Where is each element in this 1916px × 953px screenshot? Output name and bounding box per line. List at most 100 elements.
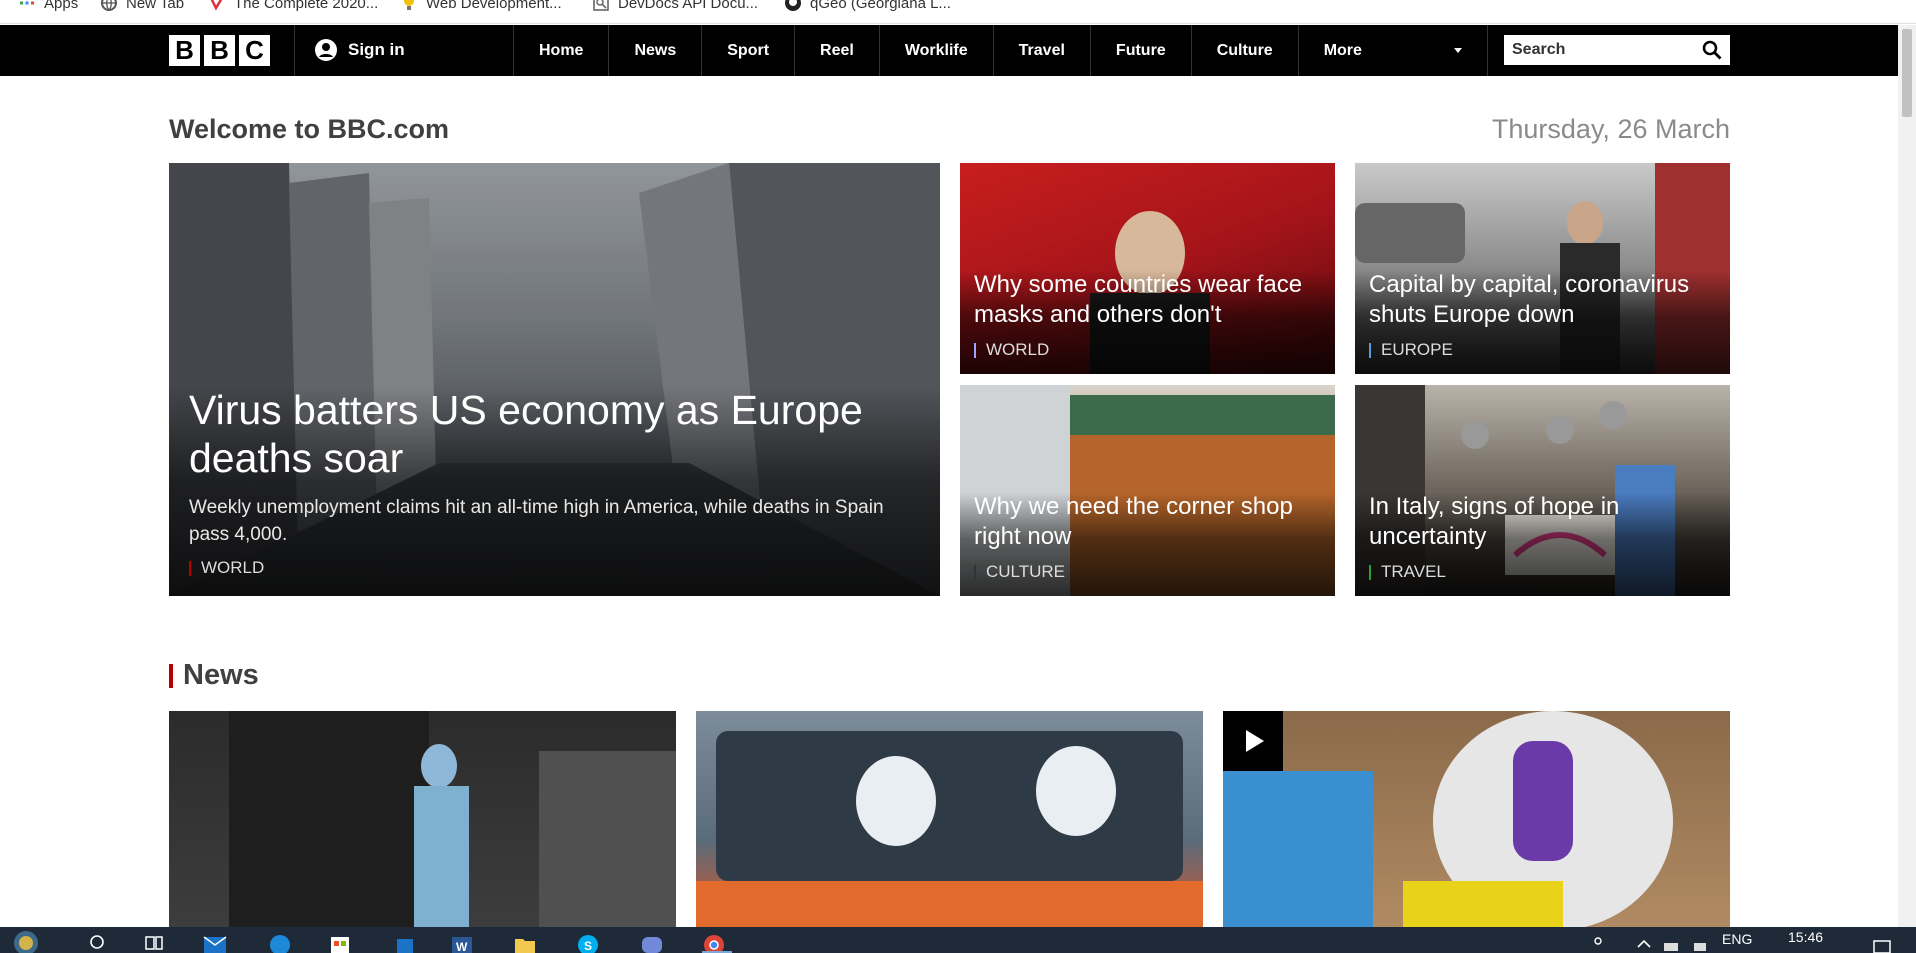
network-icon[interactable]: [1660, 929, 1684, 953]
svg-text:W: W: [456, 940, 468, 953]
story-title[interactable]: Capital by capital, coronavirus shuts Eu…: [1369, 270, 1716, 330]
mail-icon[interactable]: [203, 929, 227, 953]
story-card-italy-hope[interactable]: In Italy, signs of hope in uncertainty T…: [1355, 385, 1730, 596]
sign-in-label: Sign in: [348, 40, 405, 59]
hero-tag[interactable]: WORLD: [189, 558, 920, 578]
tag-marker: [974, 564, 976, 580]
people-icon[interactable]: [1586, 929, 1610, 953]
story-card-corner-shop[interactable]: Why we need the corner shop right now CU…: [960, 385, 1335, 596]
news-heading-label: News: [183, 659, 259, 691]
folder-icon[interactable]: [513, 929, 537, 953]
nav-divider: [294, 25, 295, 76]
story-tag[interactable]: TRAVEL: [1369, 562, 1716, 582]
nav-item-news[interactable]: News: [608, 25, 701, 76]
nav-item-travel[interactable]: Travel: [992, 25, 1090, 76]
story-card-europe-shutdown[interactable]: Capital by capital, coronavirus shuts Eu…: [1355, 163, 1730, 374]
section-marker: [169, 663, 173, 688]
tag-marker: [1369, 342, 1371, 358]
globe-icon: [101, 0, 117, 11]
apps-grid-icon: [20, 1, 34, 5]
news-section-heading[interactable]: News: [169, 659, 259, 692]
volume-icon[interactable]: [1690, 929, 1714, 953]
hero-story-card[interactable]: Virus batters US economy as Europe death…: [169, 163, 940, 596]
bookmark-web-development[interactable]: Web Development...: [400, 0, 562, 12]
story-title[interactable]: In Italy, signs of hope in uncertainty: [1369, 492, 1716, 552]
github-icon: [785, 0, 801, 11]
word-icon[interactable]: W: [450, 929, 474, 953]
edge-icon[interactable]: [268, 929, 292, 953]
discord-icon[interactable]: [640, 929, 664, 953]
nav-more-dropdown[interactable]: More: [1297, 25, 1488, 76]
chevron-down-icon: [1453, 48, 1462, 53]
news-image: [1223, 711, 1673, 927]
bookmark-label: Web Development...: [426, 0, 562, 12]
hero-title[interactable]: Virus batters US economy as Europe death…: [189, 386, 920, 482]
sign-in-link[interactable]: Sign in: [314, 38, 405, 62]
user-icon: [315, 39, 337, 61]
scrollbar-thumb[interactable]: [1902, 29, 1912, 117]
bookmarks-bar: Apps New Tab The Complete 2020... Web De…: [0, 0, 1916, 24]
search-icon[interactable]: [1702, 40, 1722, 60]
chevron-up-icon[interactable]: [1632, 929, 1656, 953]
story-tag[interactable]: CULTURE: [974, 562, 1321, 582]
nav-item-culture[interactable]: Culture: [1190, 25, 1298, 76]
udemy-icon: [210, 0, 223, 11]
news-image: [696, 731, 1203, 927]
story-tag-label: EUROPE: [1381, 340, 1453, 359]
bbc-logo[interactable]: B B C: [169, 35, 270, 66]
nav-more-label: More: [1323, 41, 1362, 59]
story-tag-label: CULTURE: [986, 562, 1066, 581]
news-card-2[interactable]: [696, 711, 1203, 927]
svg-text:S: S: [584, 939, 592, 953]
news-video-card[interactable]: [1223, 711, 1730, 927]
hero-summary: Weekly unemployment claims hit an all-ti…: [189, 497, 884, 545]
skype-icon[interactable]: S: [576, 929, 600, 953]
tag-marker: [189, 560, 191, 576]
bookmark-complete-2020[interactable]: The Complete 2020...: [208, 0, 378, 12]
nav-item-home[interactable]: Home: [513, 25, 608, 76]
bookmark-new-tab[interactable]: New Tab: [100, 0, 184, 12]
tag-marker: [1369, 564, 1371, 580]
search-input[interactable]: [1512, 41, 1682, 59]
bookmark-label: DevDocs API Docu...: [618, 0, 759, 12]
nav-item-sport[interactable]: Sport: [701, 25, 794, 76]
play-icon: [1246, 730, 1264, 752]
task-view-icon[interactable]: [142, 929, 166, 953]
story-title[interactable]: Why we need the corner shop right now: [974, 492, 1321, 552]
tag-marker: [974, 342, 976, 358]
nav-item-worklife[interactable]: Worklife: [878, 25, 993, 76]
store-icon[interactable]: [328, 929, 352, 953]
page-scrollbar[interactable]: [1898, 25, 1916, 927]
logo-letter: B: [169, 35, 200, 66]
language-indicator[interactable]: ENG: [1722, 931, 1752, 947]
nav-menu: Home News Sport Reel Worklife Travel Fut…: [513, 25, 1488, 76]
start-icon[interactable]: [14, 929, 38, 953]
hero-tag-label: WORLD: [201, 558, 265, 577]
story-card-face-masks[interactable]: Why some countries wear face masks and o…: [960, 163, 1335, 374]
bookmark-devdocs[interactable]: DevDocs API Docu...: [592, 0, 758, 12]
story-tag[interactable]: WORLD: [974, 340, 1321, 360]
file-manager-icon[interactable]: [393, 929, 417, 953]
clock-time[interactable]: 15:46: [1788, 929, 1823, 945]
search-icon[interactable]: [86, 929, 110, 953]
devdocs-icon: [593, 0, 609, 11]
story-tag-label: WORLD: [986, 340, 1050, 359]
bookmark-label: The Complete 2020...: [234, 0, 379, 12]
bbc-navbar: B B C Sign in Home News Sport Reel Workl…: [0, 25, 1898, 76]
story-tag-label: TRAVEL: [1381, 562, 1446, 581]
story-title[interactable]: Why some countries wear face masks and o…: [974, 270, 1321, 330]
news-image: [229, 711, 676, 927]
bookmark-qgeo[interactable]: qGeo (Georgiana L...: [784, 0, 951, 12]
news-card-1[interactable]: [169, 711, 676, 927]
play-video-button[interactable]: [1223, 711, 1283, 771]
nav-item-reel[interactable]: Reel: [794, 25, 879, 76]
bookmark-label: Apps: [44, 0, 79, 12]
nav-item-future[interactable]: Future: [1089, 25, 1191, 76]
notifications-icon[interactable]: [1870, 929, 1894, 953]
search-box: [1504, 35, 1730, 65]
date-label: Thursday, 26 March: [1491, 114, 1730, 144]
bookmark-label: New Tab: [126, 0, 185, 12]
bookmark-apps[interactable]: Apps: [18, 0, 78, 12]
story-tag[interactable]: EUROPE: [1369, 340, 1716, 360]
chrome-icon[interactable]: [702, 929, 726, 953]
